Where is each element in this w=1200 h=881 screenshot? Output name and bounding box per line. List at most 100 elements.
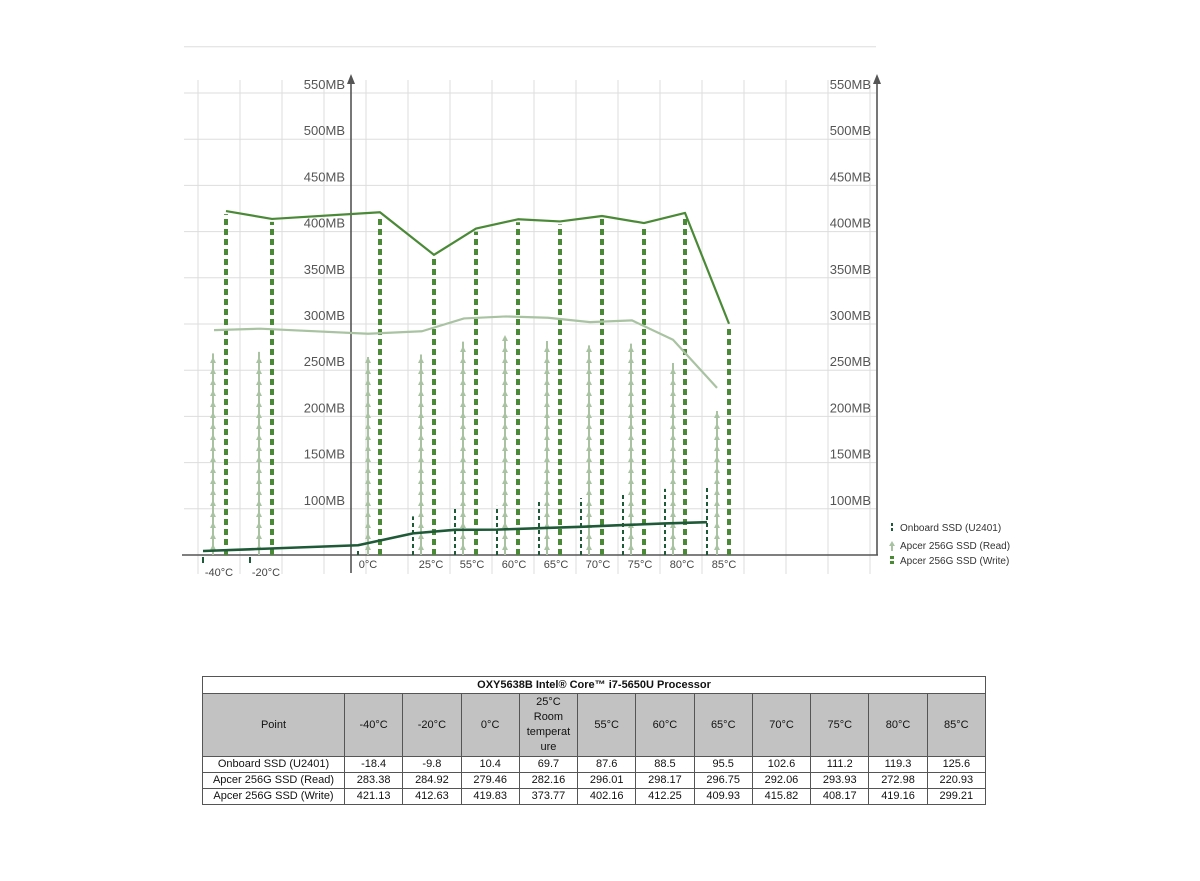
read-bar-arrowhead	[502, 346, 508, 352]
read-bar-arrowhead	[670, 423, 676, 429]
row-label: Onboard SSD (U2401)	[202, 756, 345, 773]
row-label: Apcer 256G SSD (Write)	[202, 788, 345, 805]
read-bar-arrowhead	[502, 533, 508, 539]
read-bar-arrowhead	[714, 500, 720, 506]
read-bar-arrowhead	[418, 434, 424, 440]
read-bar-arrowhead	[544, 533, 550, 539]
read-bar-arrowhead	[628, 390, 634, 396]
read-bar-arrowhead	[628, 478, 634, 484]
table-cell: 279.46	[460, 772, 520, 789]
read-bar-arrowhead	[210, 401, 216, 407]
read-bar-arrowhead	[628, 467, 634, 473]
read-bar-arrowhead	[210, 423, 216, 429]
data-table: OXY5638B Intel® Core™ i7-5650U Processor…	[202, 676, 987, 805]
read-bar-arrowhead	[670, 434, 676, 440]
row-label: Apcer 256G SSD (Read)	[202, 772, 345, 789]
read-bar-arrowhead	[256, 467, 262, 473]
y-tick-label-left: 350MB	[304, 262, 345, 277]
table-cell: 283.38	[343, 772, 404, 789]
read-line	[213, 315, 718, 389]
y-axis-left-arrow	[347, 74, 355, 84]
x-tick-label: 70°C	[586, 559, 611, 571]
read-bar-arrowhead	[544, 489, 550, 495]
read-bar-arrowhead	[460, 445, 466, 451]
read-bar-arrowhead	[544, 511, 550, 517]
read-bar-arrowhead	[670, 368, 676, 374]
x-tick-label: -40°C	[205, 567, 233, 579]
read-bar-arrowhead	[210, 434, 216, 440]
read-bar-arrowhead	[544, 357, 550, 363]
table-cell: -18.4	[343, 756, 404, 773]
read-bar-arrowhead	[460, 412, 466, 418]
table-cell: 220.93	[926, 772, 987, 789]
read-bar-arrowhead	[670, 401, 676, 407]
read-bar-arrowhead	[714, 544, 720, 550]
table-row: Apcer 256G SSD (Write) 421.13 412.63 419…	[202, 788, 987, 805]
x-tick-label: -20°C	[252, 567, 280, 579]
read-bar-arrowhead	[460, 489, 466, 495]
read-bar-arrowhead	[670, 511, 676, 517]
y-tick-label-right: 550MB	[830, 77, 871, 92]
read-bar-arrowhead	[586, 500, 592, 506]
read-bar-arrowhead	[418, 357, 424, 363]
header-cell: 55°C	[577, 693, 637, 757]
x-tick-label: 60°C	[502, 559, 527, 571]
read-bar-arrowhead	[714, 456, 720, 462]
header-cell: 60°C	[635, 693, 695, 757]
x-tick-label: 25°C	[419, 559, 444, 571]
read-bar-arrowhead	[714, 511, 720, 517]
y-tick-label-right: 400MB	[830, 216, 871, 231]
read-bar-arrowhead	[256, 511, 262, 517]
table-cell: 284.92	[402, 772, 462, 789]
read-bar-arrowhead	[256, 357, 262, 363]
read-bar-arrowhead	[210, 489, 216, 495]
table-cell: 69.7	[518, 756, 579, 773]
read-bar-arrowhead	[670, 390, 676, 396]
y-tick-label-right: 250MB	[830, 354, 871, 369]
read-bar-arrowhead	[670, 500, 676, 506]
read-bar-arrowhead	[544, 390, 550, 396]
table-cell: 10.4	[460, 756, 520, 773]
read-bar-arrowhead	[502, 511, 508, 517]
y-tick-label-right: 350MB	[830, 262, 871, 277]
read-bar-arrowhead	[544, 500, 550, 506]
read-bar-arrowhead	[670, 544, 676, 550]
y-tick-label-left: 250MB	[304, 354, 345, 369]
read-bar-arrowhead	[544, 478, 550, 484]
read-bar-arrowhead	[586, 401, 592, 407]
read-bar-arrowhead	[418, 511, 424, 517]
read-bar-arrowhead	[210, 533, 216, 539]
read-bar-arrowhead	[502, 445, 508, 451]
read-bar-arrowhead	[418, 500, 424, 506]
y-tick-label-left: 300MB	[304, 308, 345, 323]
read-bar-arrowhead	[210, 445, 216, 451]
y-tick-label-right: 500MB	[830, 123, 871, 138]
read-bar-arrowhead	[418, 544, 424, 550]
table-cell: 293.93	[810, 772, 870, 789]
read-bar-arrowhead	[714, 489, 720, 495]
read-bar-arrowhead	[502, 390, 508, 396]
y-tick-label-left: 450MB	[304, 169, 345, 184]
read-bar-arrowhead	[628, 368, 634, 374]
read-bar-arrowhead	[670, 467, 676, 473]
table-cell: 419.83	[460, 788, 520, 805]
legend-swatch-read	[889, 541, 895, 546]
table-cell: 421.13	[343, 788, 404, 805]
read-bar-arrowhead	[544, 456, 550, 462]
read-bar-arrowhead	[460, 346, 466, 352]
read-bar-arrowhead	[714, 445, 720, 451]
read-bar-arrowhead	[586, 434, 592, 440]
read-bar-arrowhead	[256, 379, 262, 385]
header-cell: 85°C	[926, 693, 987, 757]
y-tick-label-left: 500MB	[304, 123, 345, 138]
table-cell: 408.17	[810, 788, 870, 805]
header-cell: 25°C Room temperat ure	[518, 693, 579, 757]
read-bar-arrowhead	[714, 467, 720, 473]
read-bar-arrowhead	[544, 401, 550, 407]
read-bar-arrowhead	[460, 544, 466, 550]
read-bar-arrowhead	[544, 346, 550, 352]
read-bar-arrowhead	[628, 489, 634, 495]
read-bar-arrowhead	[502, 379, 508, 385]
table-cell: 409.93	[693, 788, 753, 805]
read-bar-arrowhead	[544, 434, 550, 440]
